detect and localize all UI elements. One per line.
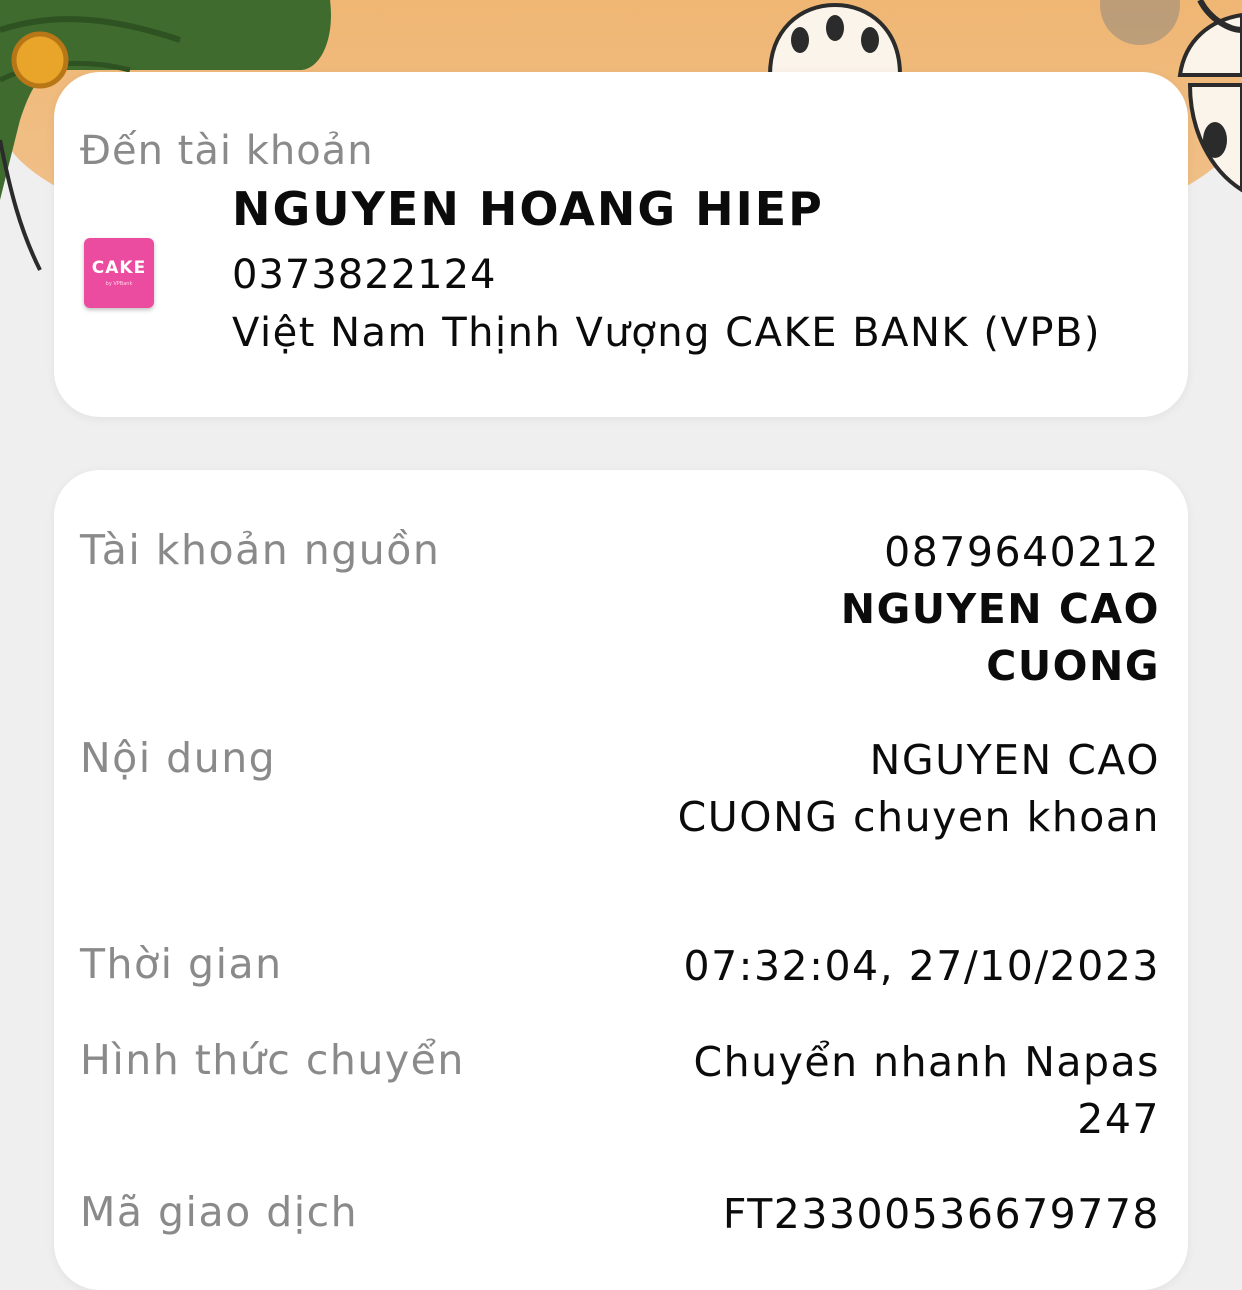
source-account-label: Tài khoản nguồn	[80, 526, 441, 574]
time-label: Thời gian	[80, 940, 283, 988]
recipient-name: NGUYEN HOANG HIEP	[232, 182, 824, 236]
logo-subtext: by VPBank	[105, 281, 133, 287]
recipient-section-label: Đến tài khoản	[80, 128, 374, 174]
source-account-number: 0879640212	[884, 528, 1160, 576]
recipient-account-number: 0373822124	[232, 252, 497, 298]
content-line1: NGUYEN CAO	[869, 736, 1160, 784]
transfer-method-line1: Chuyển nhanh Napas	[693, 1038, 1160, 1086]
transaction-id-label: Mã giao dịch	[80, 1188, 359, 1236]
source-account-name-line1: NGUYEN CAO	[840, 585, 1160, 633]
content-label: Nội dung	[80, 734, 277, 782]
logo-text: CAKE	[91, 258, 147, 278]
transaction-details-card: Tài khoản nguồn 0879640212 NGUYEN CAO CU…	[54, 470, 1188, 1290]
transfer-method-line2: 247	[1077, 1095, 1160, 1143]
content-value: NGUYEN CAO CUONG chuyen khoan	[678, 732, 1160, 846]
recipient-bank-name: Việt Nam Thịnh Vượng CAKE BANK (VPB)	[232, 310, 1101, 356]
content-line2: CUONG chuyen khoan	[677, 793, 1160, 841]
recipient-card: Đến tài khoản CAKE by VPBank NGUYEN HOAN…	[54, 72, 1188, 417]
transfer-method-label: Hình thức chuyển	[80, 1036, 465, 1084]
transaction-id-value: FT23300536679778	[722, 1190, 1160, 1238]
cake-bank-logo: CAKE by VPBank	[84, 238, 154, 308]
transfer-method-value: Chuyển nhanh Napas 247	[693, 1034, 1160, 1148]
time-value: 07:32:04, 27/10/2023	[683, 942, 1160, 990]
source-account-value: 0879640212 NGUYEN CAO CUONG	[841, 524, 1160, 695]
source-account-name-line2: CUONG	[986, 642, 1160, 690]
